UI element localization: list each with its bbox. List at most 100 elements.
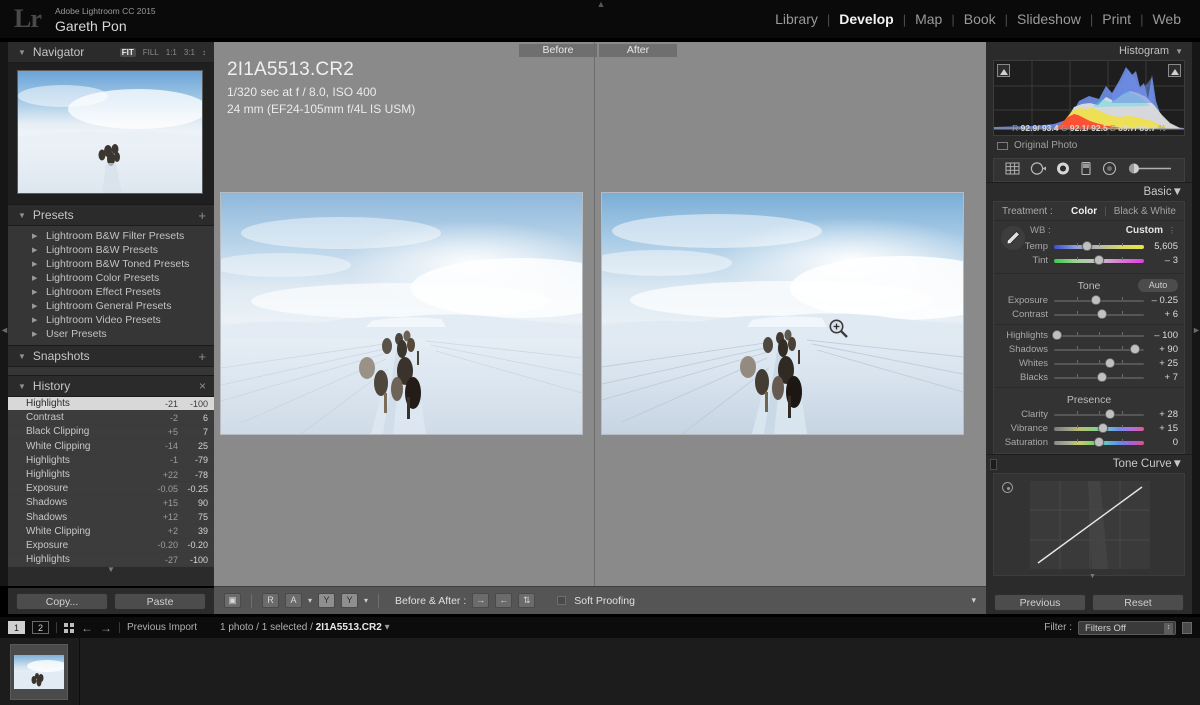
clarity-slider-track[interactable] [1054, 408, 1144, 420]
preset-group-bw[interactable]: ▶ Lightroom B&W Presets [8, 243, 214, 257]
highlights-value[interactable]: – 100 [1144, 330, 1178, 341]
blacks-value[interactable]: + 7 [1144, 372, 1178, 383]
blacks-slider-knob[interactable] [1096, 372, 1107, 382]
crop-overlay-tool[interactable] [1004, 161, 1021, 179]
after-view[interactable] [595, 42, 975, 586]
exposure-value[interactable]: – 0.25 [1144, 295, 1178, 306]
before-after-ra-button[interactable]: R [262, 593, 279, 608]
preset-group-color[interactable]: ▶ Lightroom Color Presets [8, 271, 214, 285]
chevron-down-icon[interactable]: ▼ [18, 48, 26, 57]
zoom-1-1[interactable]: 1:1 [166, 48, 177, 57]
paste-button[interactable]: Paste [114, 592, 206, 610]
vibrance-slider-row[interactable]: Vibrance + 15 [994, 421, 1184, 435]
history-scroll-indicator[interactable]: ▼ [8, 566, 214, 575]
spot-removal-tool[interactable] [1029, 161, 1047, 179]
loupe-view-button[interactable]: ▣ [224, 593, 241, 608]
contrast-value[interactable]: + 6 [1144, 309, 1178, 320]
saturation-slider-knob[interactable] [1094, 437, 1104, 447]
before-photo-frame[interactable] [220, 192, 583, 435]
table-row[interactable]: White Clipping +2 39 [8, 525, 214, 539]
go-back-arrow-icon[interactable]: ← [81, 621, 93, 635]
chevron-right-icon[interactable]: ▶ [32, 274, 37, 282]
chevron-down-icon[interactable]: ▼ [1172, 458, 1183, 470]
clear-history-button[interactable]: × [199, 379, 206, 393]
zoom-3-1[interactable]: 3:1 [184, 48, 195, 57]
white-balance-row[interactable]: WB : Custom ⋮ [994, 221, 1184, 239]
screen-2-button[interactable]: 2 [32, 621, 49, 634]
preset-group-video[interactable]: ▶ Lightroom Video Presets [8, 313, 214, 327]
exposure-slider-track[interactable] [1054, 294, 1144, 306]
before-after-a-button[interactable]: A [285, 593, 302, 608]
highlights-slider-knob[interactable] [1051, 330, 1062, 340]
list-item[interactable] [10, 643, 68, 700]
table-row[interactable]: Exposure -0.05 -0.25 [8, 482, 214, 497]
tone-curve-plot[interactable] [1030, 481, 1150, 569]
whites-slider-knob[interactable] [1104, 358, 1115, 368]
right-panel-collapse-arrow[interactable]: ► [1192, 318, 1200, 342]
chevron-down-icon[interactable]: ▾ [364, 596, 368, 605]
table-row[interactable]: Contrast -2 6 [8, 411, 214, 426]
contrast-slider-track[interactable] [1054, 308, 1144, 320]
snapshots-header[interactable]: ▼ Snapshots + [8, 346, 214, 367]
whites-slider-row[interactable]: Whites + 25 [994, 356, 1184, 370]
grid-view-icon[interactable] [64, 622, 74, 633]
table-row[interactable]: White Clipping -14 25 [8, 440, 214, 454]
histogram-header[interactable]: Histogram ▼ [986, 42, 1192, 60]
identity-plate[interactable]: Adobe Lightroom CC 2015 Gareth Pon [55, 6, 156, 34]
table-row[interactable]: Shadows +15 90 [8, 496, 214, 511]
zoom-fit[interactable]: FIT [119, 47, 136, 57]
history-header[interactable]: ▼ History × [8, 376, 214, 397]
module-develop[interactable]: Develop [830, 11, 902, 27]
saturation-slider-track[interactable] [1054, 436, 1144, 448]
panel-resize-handle[interactable]: ▼ [1089, 573, 1096, 580]
whites-slider-track[interactable] [1054, 357, 1144, 369]
presets-header[interactable]: ▼ Presets + [8, 205, 214, 226]
wb-value[interactable]: Custom [1126, 225, 1163, 236]
tone-curve-header[interactable]: Tone Curve ▼ [986, 454, 1192, 473]
screen-1-button[interactable]: 1 [8, 621, 25, 634]
chevron-down-icon[interactable]: ▼ [1175, 47, 1183, 56]
preset-group-user[interactable]: ▶ User Presets [8, 327, 214, 341]
tint-slider-track[interactable] [1054, 254, 1144, 266]
top-panel-toggle-arrow[interactable]: ▲ [592, 0, 610, 9]
targeted-adjustment-icon[interactable] [1002, 482, 1013, 493]
radial-filter-tool[interactable] [1101, 161, 1118, 179]
reset-button[interactable]: Reset [1092, 593, 1184, 611]
histogram-graph[interactable]: R 92.9/ 93.4 G 92.1/ 92.5 B 89.7/ 89.7 % [993, 60, 1185, 136]
shadows-slider-track[interactable] [1054, 343, 1144, 355]
contrast-slider-knob[interactable] [1096, 309, 1107, 319]
shadows-slider-knob[interactable] [1130, 344, 1140, 354]
highlight-clipping-indicator[interactable] [1168, 64, 1181, 77]
graduated-filter-tool[interactable] [1079, 161, 1093, 179]
preset-group-bw-filter[interactable]: ▶ Lightroom B&W Filter Presets [8, 229, 214, 243]
after-photo-frame[interactable] [601, 192, 964, 435]
preset-group-effect[interactable]: ▶ Lightroom Effect Presets [8, 285, 214, 299]
table-row[interactable]: Exposure -0.20 -0.20 [8, 539, 214, 554]
navigator-thumbnail[interactable] [17, 70, 203, 194]
tint-value[interactable]: – 3 [1144, 255, 1178, 266]
soft-proofing-checkbox[interactable] [557, 596, 567, 605]
go-forward-arrow-icon[interactable]: → [100, 621, 112, 635]
chevron-right-icon[interactable]: ▶ [32, 330, 37, 338]
before-view[interactable] [214, 42, 594, 586]
chevron-right-icon[interactable]: ▶ [32, 246, 37, 254]
add-snapshot-button[interactable]: + [198, 349, 206, 364]
previous-button[interactable]: Previous [994, 593, 1086, 611]
before-after-y2-button[interactable]: Y [341, 593, 359, 608]
exposure-slider-knob[interactable] [1091, 295, 1102, 305]
table-row[interactable]: Black Clipping +5 7 [8, 425, 214, 440]
temp-slider-track[interactable] [1054, 240, 1144, 252]
copy-before-settings-button[interactable]: → [472, 593, 490, 608]
red-eye-correction-tool[interactable] [1055, 161, 1071, 179]
source-path[interactable]: Previous Import [127, 622, 197, 633]
vibrance-value[interactable]: + 15 [1144, 423, 1178, 434]
preset-group-bw-toned[interactable]: ▶ Lightroom B&W Toned Presets [8, 257, 214, 271]
blacks-slider-track[interactable] [1054, 371, 1144, 383]
tone-curve-body[interactable]: ▼ [993, 473, 1185, 580]
wb-dropdown-icon[interactable]: ⋮ [1168, 226, 1176, 235]
add-preset-button[interactable]: + [198, 208, 206, 223]
chevron-right-icon[interactable]: ▶ [32, 288, 37, 296]
saturation-value[interactable]: 0 [1144, 437, 1178, 448]
exposure-slider-row[interactable]: Exposure – 0.25 [994, 293, 1184, 307]
chevron-down-icon[interactable]: ▼ [18, 382, 26, 391]
